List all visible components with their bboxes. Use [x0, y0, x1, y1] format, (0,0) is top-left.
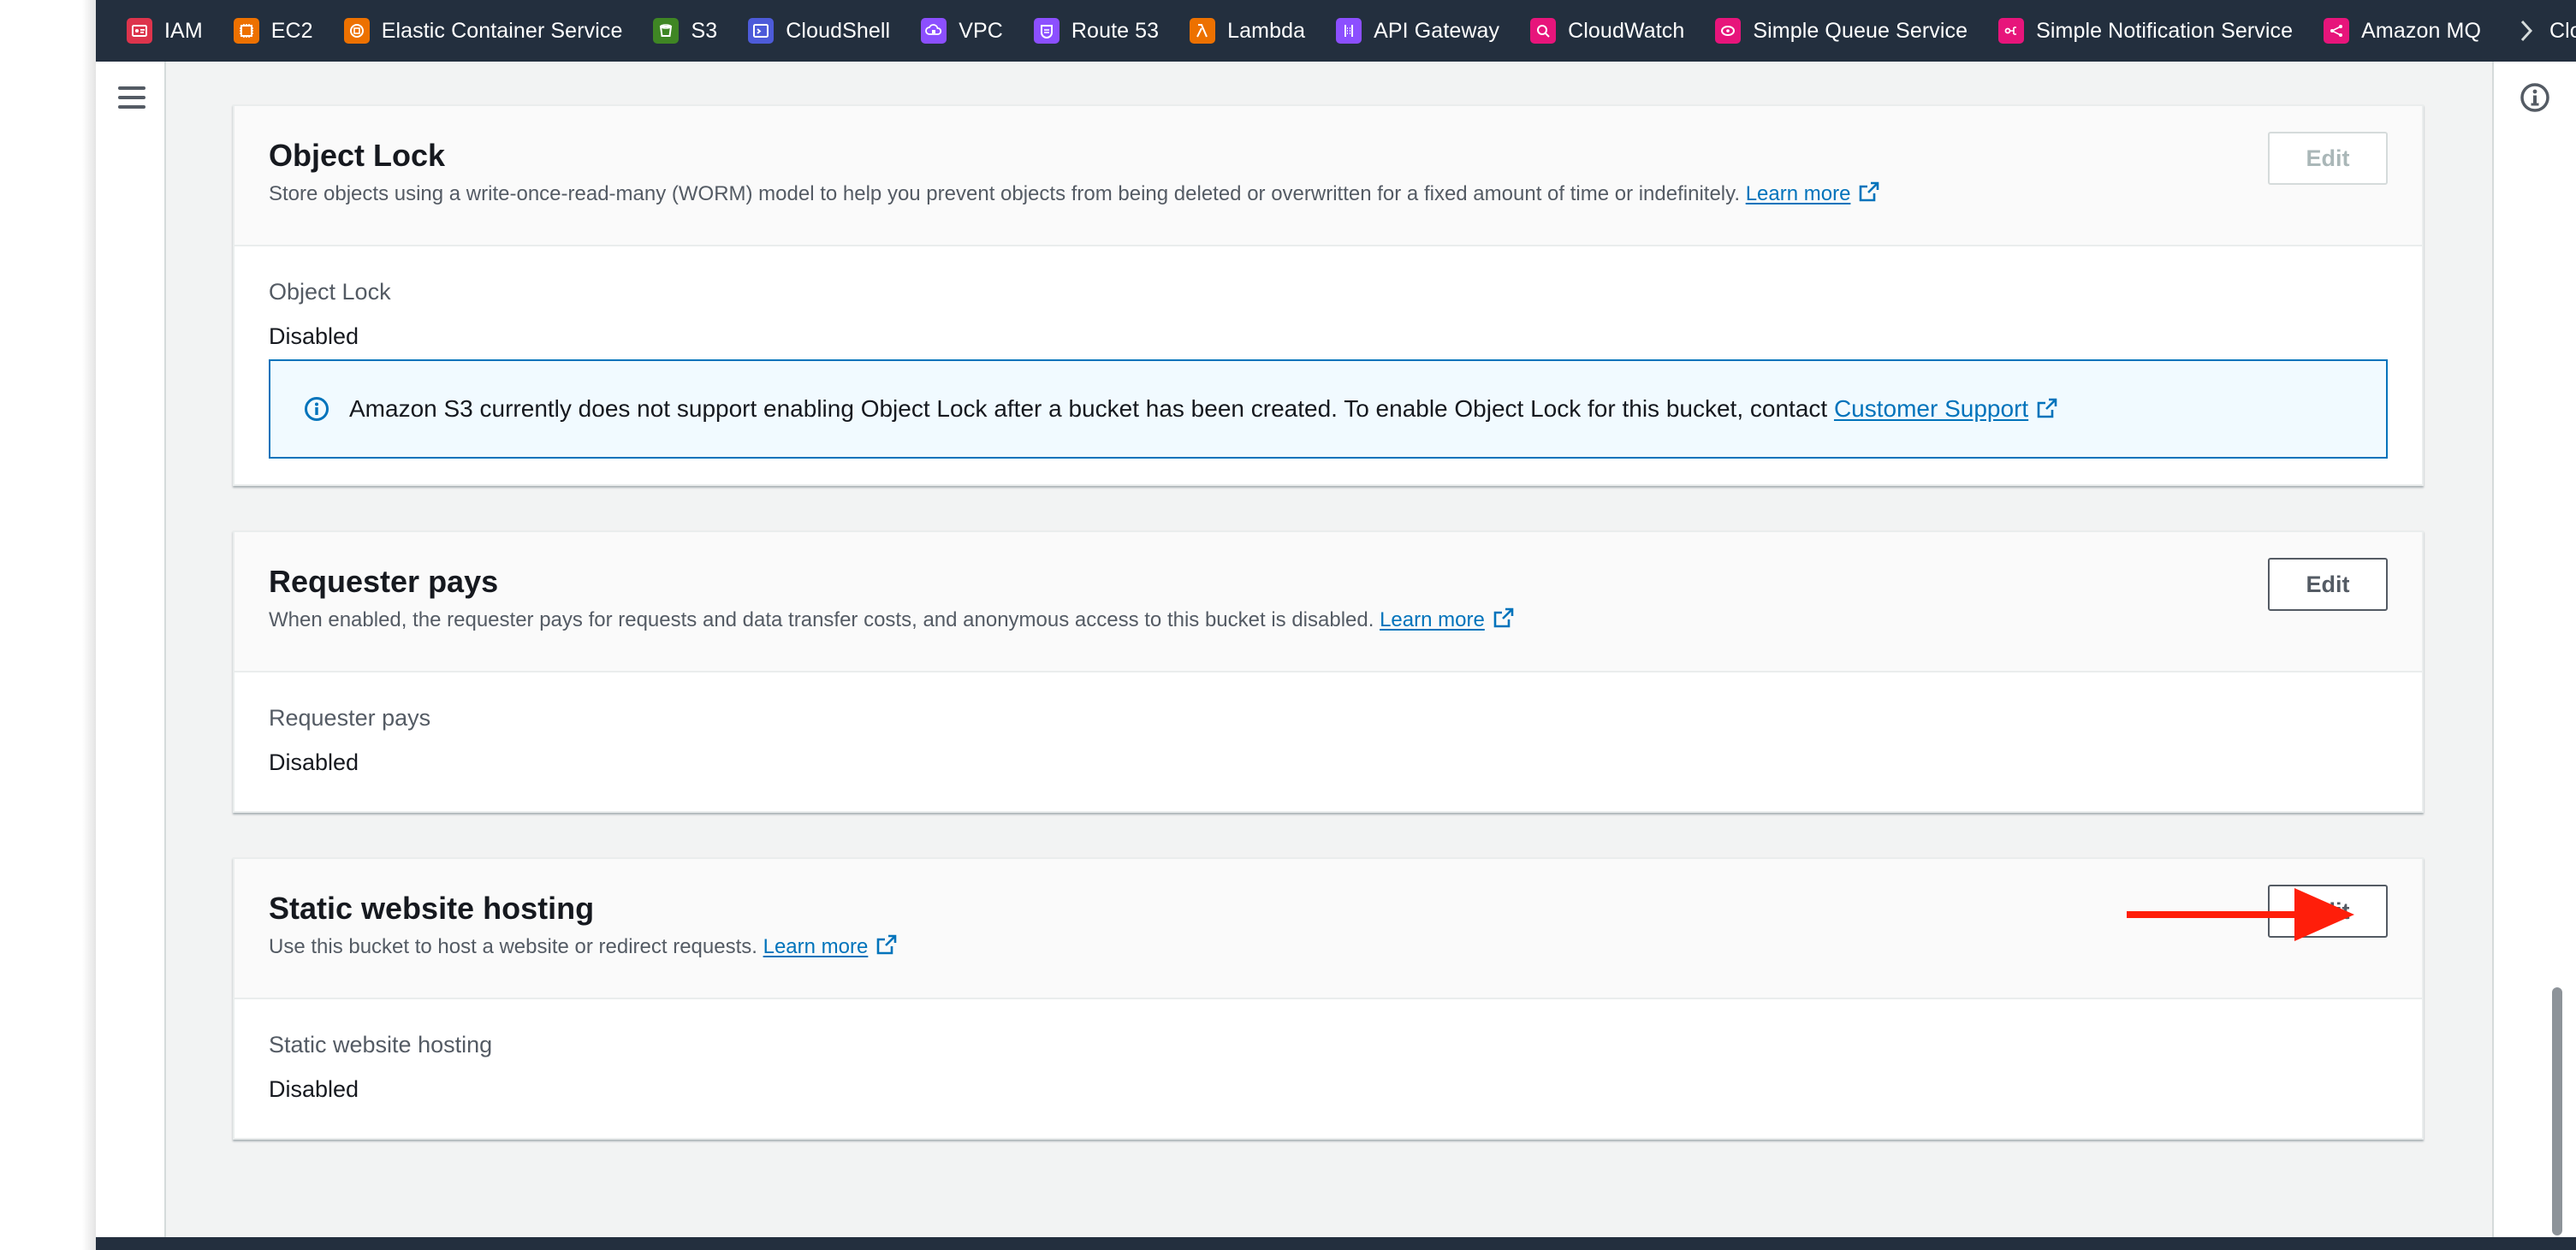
object-lock-header: Object Lock Store objects using a write-… — [234, 106, 2422, 246]
favorite-label: Amazon MQ — [2361, 18, 2481, 43]
favorite-label: VPC — [959, 18, 1003, 43]
static-website-hosting-title: Static website hosting — [269, 891, 595, 926]
favorite-label: Simple Notification Service — [2036, 18, 2294, 43]
ec2-icon — [233, 18, 259, 44]
sns-icon — [1998, 18, 2025, 44]
info-circle-icon — [305, 397, 329, 421]
description-text: When enabled, the requester pays for req… — [269, 608, 1374, 631]
external-link-icon — [1860, 181, 1879, 202]
favorite-api-gateway[interactable]: API Gateway — [1336, 18, 1499, 44]
object-lock-description: Store objects using a write-once-read-ma… — [269, 180, 2388, 208]
object-lock-title: Object Lock — [269, 138, 446, 173]
favorite-ecs[interactable]: Elastic Container Service — [343, 18, 623, 44]
requester-pays-header: Requester pays When enabled, the request… — [234, 532, 2422, 672]
favorites-bar: IAM EC2 Elastic Container Service S3 Clo… — [96, 0, 2576, 62]
outer-margin — [0, 0, 96, 1250]
favorite-vpc[interactable]: VPC — [921, 18, 1003, 44]
object-lock-learn-more-link[interactable]: Learn more — [1746, 181, 1882, 205]
help-panel-rail — [2492, 62, 2576, 1237]
favorite-ec2[interactable]: EC2 — [233, 18, 313, 44]
favorite-cloudshell[interactable]: CloudShell — [748, 18, 890, 44]
side-navigation-rail — [96, 62, 166, 1237]
favorite-label: IAM — [164, 18, 203, 43]
favorite-label: Route 53 — [1071, 18, 1160, 43]
favorite-label: S3 — [691, 18, 718, 43]
static-website-hosting-header: Static website hosting Use this bucket t… — [234, 859, 2422, 999]
favorite-label: Cloud — [2549, 18, 2576, 43]
object-lock-field-value: Disabled — [269, 323, 359, 349]
static-website-hosting-field-value: Disabled — [269, 1076, 359, 1102]
external-link-icon — [2037, 398, 2057, 418]
cloudwatch-icon — [1530, 18, 1557, 44]
static-website-hosting-body: Static website hosting Disabled — [234, 999, 2422, 1104]
favorite-label: CloudShell — [786, 18, 891, 43]
favorite-label: CloudWatch — [1568, 18, 1685, 43]
favorite-iam[interactable]: IAM — [127, 18, 203, 44]
amazon-mq-icon — [2324, 18, 2350, 44]
static-website-hosting-panel: Static website hosting Use this bucket t… — [233, 857, 2424, 1140]
description-text: Store objects using a write-once-read-ma… — [269, 182, 1741, 205]
vpc-icon — [921, 18, 947, 44]
route53-icon — [1033, 18, 1059, 44]
favorite-label: Simple Queue Service — [1753, 18, 1968, 43]
footer-bar — [96, 1237, 2576, 1250]
requester-pays-field-value: Disabled — [269, 749, 359, 775]
favorite-amazon-mq[interactable]: Amazon MQ — [2324, 18, 2481, 44]
lambda-icon — [1190, 18, 1216, 44]
favorite-label: Elastic Container Service — [381, 18, 623, 43]
alert-text: Amazon S3 currently does not support ena… — [349, 395, 1828, 422]
chevron-right-icon — [2520, 20, 2533, 42]
requester-pays-learn-more-link[interactable]: Learn more — [1380, 607, 1516, 631]
requester-pays-panel: Requester pays When enabled, the request… — [233, 530, 2424, 813]
requester-pays-field-label: Requester pays — [269, 705, 431, 731]
favorites-scroll-right-button[interactable] — [2511, 15, 2542, 46]
object-lock-info-alert: Amazon S3 currently does not support ena… — [269, 359, 2388, 459]
favorite-s3[interactable]: S3 — [653, 18, 717, 44]
api-gateway-icon — [1336, 18, 1362, 44]
favorite-sns[interactable]: Simple Notification Service — [1998, 18, 2293, 44]
object-lock-field-label: Object Lock — [269, 279, 391, 305]
favorite-label: Lambda — [1227, 18, 1306, 43]
sqs-icon — [1715, 18, 1742, 44]
favorite-label: EC2 — [270, 18, 313, 43]
description-text: Use this bucket to host a website or red… — [269, 935, 757, 958]
static-website-hosting-description: Use this bucket to host a website or red… — [269, 933, 2388, 961]
external-link-icon — [877, 934, 897, 955]
external-link-icon — [1493, 607, 1514, 628]
annotation-arrow-icon — [2127, 888, 2354, 941]
menu-icon[interactable] — [116, 82, 147, 113]
iam-icon — [127, 18, 152, 44]
s3-icon — [653, 18, 680, 44]
object-lock-panel: Object Lock Store objects using a write-… — [233, 104, 2424, 486]
static-website-hosting-field-label: Static website hosting — [269, 1032, 493, 1057]
requester-pays-body: Requester pays Disabled — [234, 672, 2422, 777]
info-icon[interactable] — [2518, 80, 2552, 115]
browser-window: IAM EC2 Elastic Container Service S3 Clo… — [96, 0, 2576, 1250]
cloudshell-icon — [748, 18, 775, 44]
ecs-icon — [343, 18, 370, 44]
favorite-label: API Gateway — [1374, 18, 1500, 43]
requester-pays-edit-button[interactable]: Edit — [2268, 558, 2388, 611]
customer-support-link[interactable]: Customer Support — [1834, 395, 2059, 423]
favorite-lambda[interactable]: Lambda — [1190, 18, 1305, 44]
static-website-hosting-learn-more-link[interactable]: Learn more — [763, 934, 899, 958]
favorite-cloudwatch[interactable]: CloudWatch — [1530, 18, 1684, 44]
object-lock-edit-button[interactable]: Edit — [2268, 132, 2388, 185]
object-lock-body: Object Lock Disabled Amazon S3 currently… — [234, 246, 2422, 459]
favorite-sqs[interactable]: Simple Queue Service — [1715, 18, 1968, 44]
requester-pays-description: When enabled, the requester pays for req… — [269, 606, 2388, 634]
requester-pays-title: Requester pays — [269, 564, 499, 599]
favorite-route53[interactable]: Route 53 — [1033, 18, 1160, 44]
scrollbar-thumb[interactable] — [2552, 987, 2562, 1235]
